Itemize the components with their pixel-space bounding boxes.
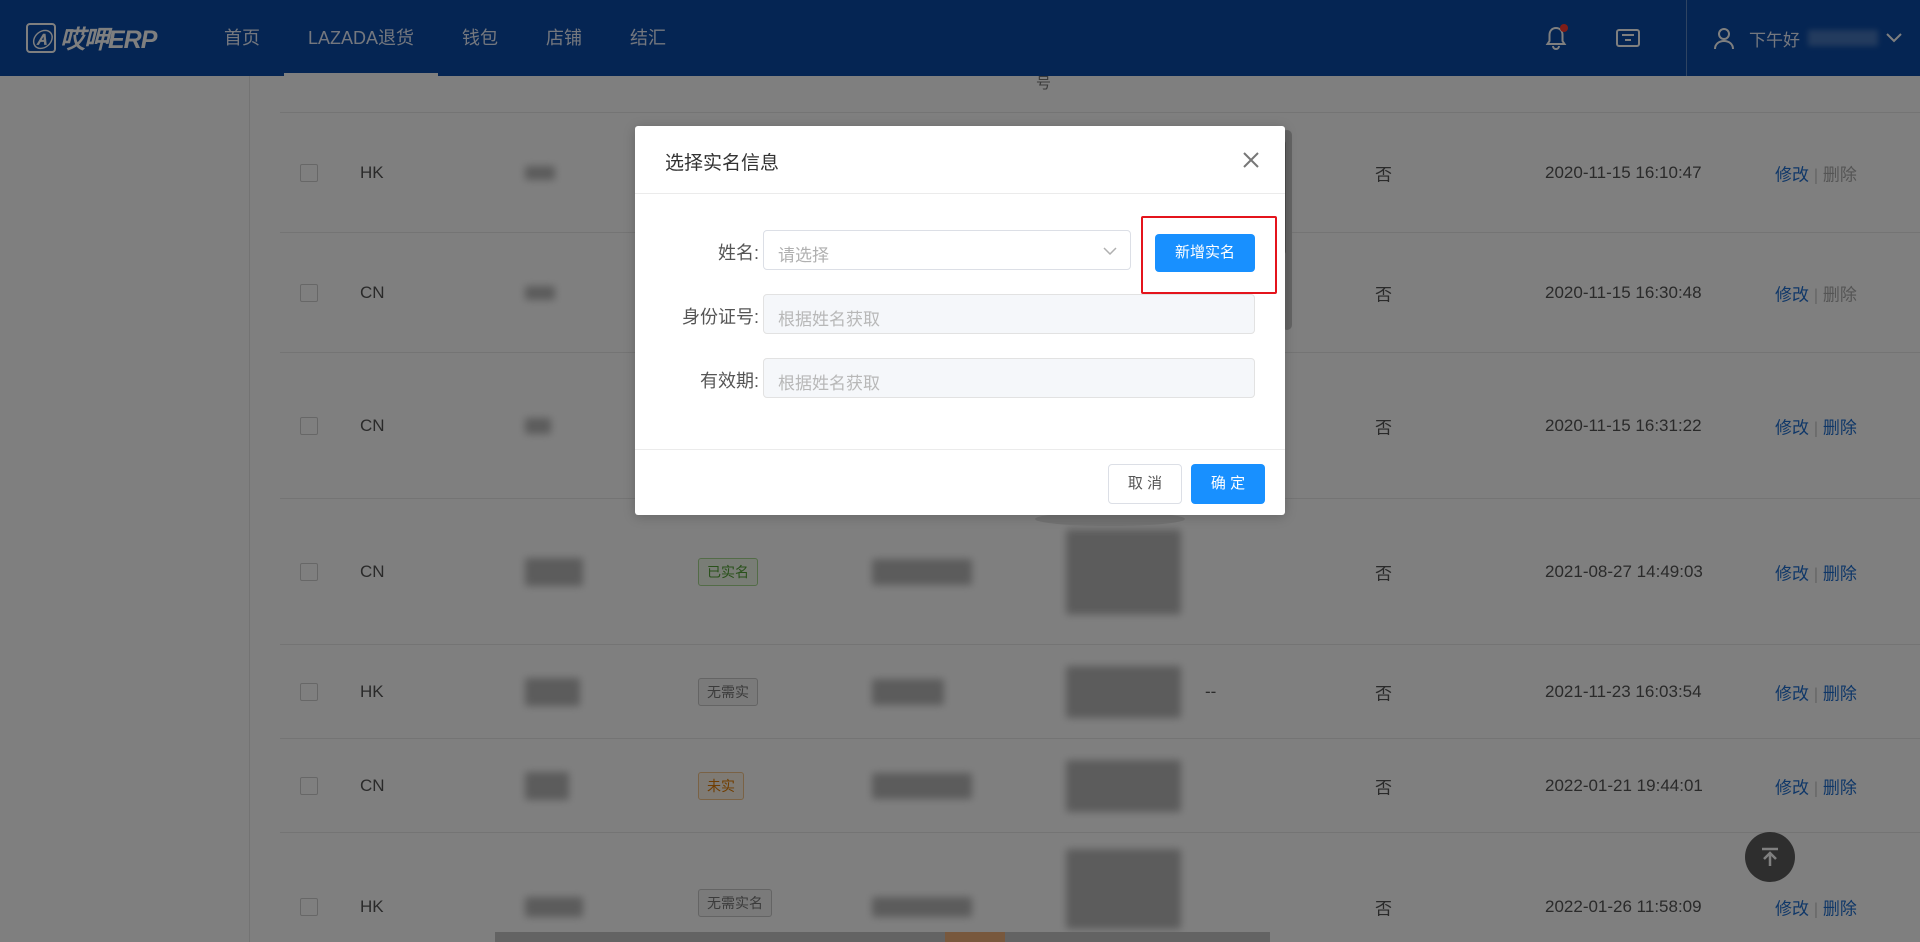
name-row: 姓名: 请选择 新增实名 xyxy=(635,216,1285,294)
expiry-field[interactable]: 根据姓名获取 xyxy=(763,358,1255,398)
id-number-placeholder: 根据姓名获取 xyxy=(778,310,880,329)
expiry-placeholder: 根据姓名获取 xyxy=(778,374,880,393)
dialog-header: 选择实名信息 xyxy=(635,126,1285,194)
name-label: 姓名: xyxy=(717,243,759,263)
id-number-label: 身份证号: xyxy=(681,307,759,327)
id-number-row: 身份证号: 根据姓名获取 xyxy=(635,294,1285,334)
name-select-placeholder: 请选择 xyxy=(778,246,829,265)
id-number-field[interactable]: 根据姓名获取 xyxy=(763,294,1255,334)
cancel-button[interactable]: 取 消 xyxy=(1108,464,1182,504)
add-real-name-button[interactable]: 新增实名 xyxy=(1155,234,1255,272)
close-icon[interactable] xyxy=(1239,148,1263,172)
name-select[interactable]: 请选择 xyxy=(763,230,1131,270)
confirm-button[interactable]: 确 定 xyxy=(1191,464,1265,504)
dialog-footer: 取 消 确 定 xyxy=(635,449,1285,515)
expiry-label: 有效期: xyxy=(699,371,759,391)
chevron-down-icon xyxy=(1103,247,1117,256)
select-real-name-dialog: 选择实名信息 姓名: 请选择 新增实名 身份证号: 根据姓名获取 有效期: 根据… xyxy=(635,126,1285,515)
dialog-title: 选择实名信息 xyxy=(665,153,780,174)
expiry-row: 有效期: 根据姓名获取 xyxy=(635,358,1285,398)
